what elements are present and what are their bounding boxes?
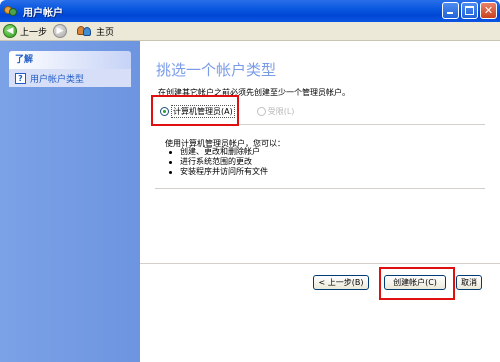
maximize-icon [465, 6, 474, 15]
sidebar-item-label: 用户帐户类型 [30, 74, 85, 85]
back-arrow-icon: ◀ [3, 24, 17, 38]
maximize-button[interactable] [461, 2, 478, 19]
annotation-highlight-admin [151, 95, 239, 126]
window-title: 用户帐户 [23, 7, 63, 19]
title-bar[interactable]: 用户帐户 ✕ [0, 0, 500, 22]
help-icon: ? [15, 72, 26, 84]
list-item: 安装程序并访问所有文件 [169, 167, 268, 177]
close-icon: ✕ [483, 4, 494, 17]
close-button[interactable]: ✕ [480, 2, 497, 19]
sidebar: 了解 ? 用户帐户类型 [0, 41, 140, 362]
bullet-icon [169, 150, 172, 154]
limited-option-label: 受限(L) [267, 107, 295, 116]
back-button[interactable]: < 上一步(B) [313, 275, 369, 290]
user-accounts-icon [4, 4, 18, 18]
back-nav-label: 上一步 [20, 27, 48, 38]
description-bullets: 创建、更改和删除帐户 进行系统范围的更改 安装程序并访问所有文件 [169, 147, 268, 177]
forward-nav-button[interactable]: ▶ [50, 23, 70, 40]
bullet-icon [169, 160, 172, 164]
account-description: 使用计算机管理员帐户，您可以： 创建、更改和删除帐户 进行系统范围的更改 安装程… [155, 124, 485, 189]
minimize-icon [447, 12, 453, 14]
navigation-bar: ◀ 上一步 ▶ 主页 [0, 22, 500, 41]
limited-option[interactable]: 受限(L) [256, 106, 295, 117]
limited-radio[interactable] [256, 107, 266, 116]
bullet-icon [169, 170, 172, 174]
sidebar-item-account-types[interactable]: ? 用户帐户类型 [9, 69, 131, 87]
annotation-highlight-create [379, 267, 455, 300]
home-icon [77, 24, 93, 38]
home-nav-label: 主页 [96, 27, 115, 38]
main-content: 挑选一个帐户类型 在创建其它帐户之前必须先创建至少一个管理员帐户。 计算机管理员… [140, 41, 500, 362]
cancel-button[interactable]: 取消 [456, 275, 482, 290]
learn-about-header: 了解 [9, 51, 131, 69]
list-item: 进行系统范围的更改 [169, 157, 268, 167]
back-nav-button[interactable]: ◀ 上一步 [0, 23, 50, 40]
divider [140, 263, 500, 264]
learn-about-panel: 了解 ? 用户帐户类型 [9, 51, 131, 87]
home-nav-button[interactable]: 主页 [70, 23, 117, 40]
forward-arrow-icon: ▶ [53, 24, 68, 38]
minimize-button[interactable] [442, 2, 459, 19]
page-title: 挑选一个帐户类型 [156, 61, 277, 79]
list-item: 创建、更改和删除帐户 [169, 147, 268, 157]
